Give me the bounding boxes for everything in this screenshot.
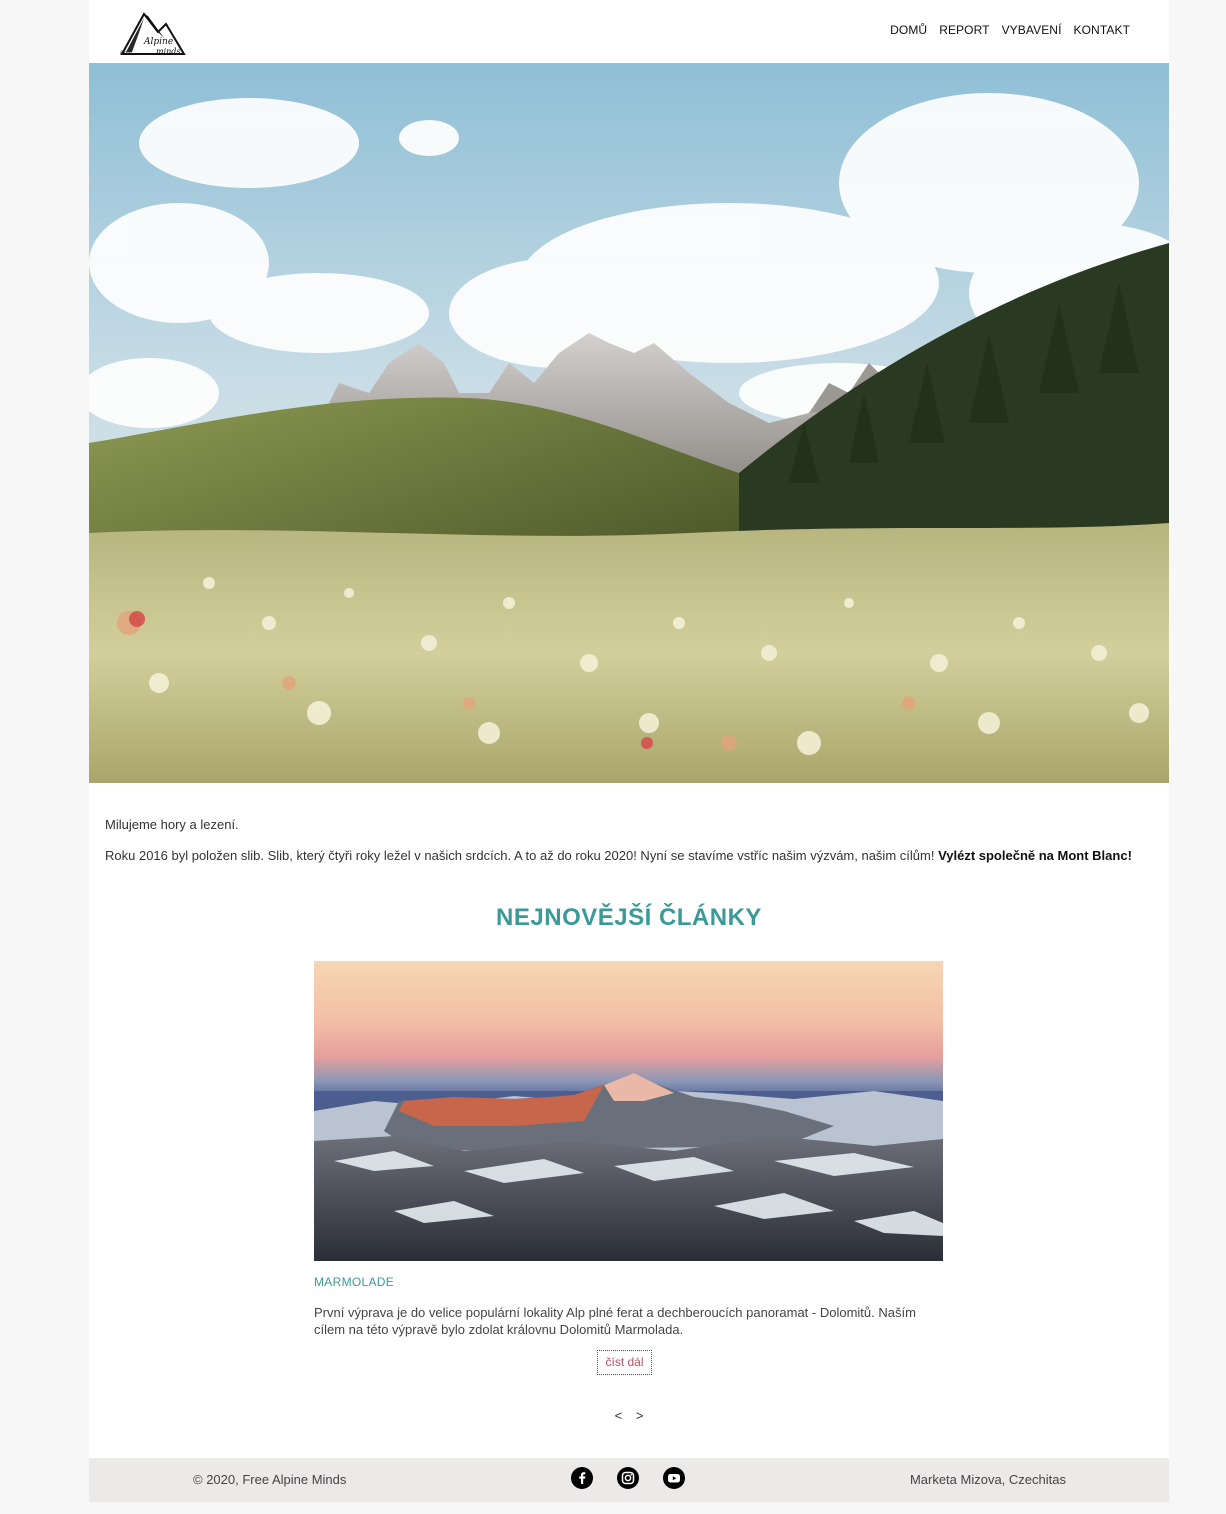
prev-arrow-icon[interactable]: < bbox=[615, 1408, 623, 1423]
article-card: MARMOLADE První výprava je do velice pop… bbox=[314, 961, 943, 1375]
intro-line-2: Roku 2016 byl položen slib. Slib, který … bbox=[105, 847, 1155, 865]
intro-section: Milujeme hory a lezení. Roku 2016 byl po… bbox=[105, 816, 1155, 878]
nav-item-report[interactable]: REPORT bbox=[939, 23, 989, 37]
intro-line-1: Milujeme hory a lezení. bbox=[105, 817, 239, 832]
logo-text-left: Free bbox=[119, 50, 132, 56]
copyright-text: © 2020, Free Alpine Minds bbox=[193, 1472, 347, 1487]
article-image[interactable] bbox=[314, 961, 943, 1261]
next-arrow-icon[interactable]: > bbox=[636, 1408, 644, 1423]
logo-text-bottom: minds bbox=[156, 47, 181, 56]
article-title[interactable]: MARMOLADE bbox=[314, 1275, 943, 1289]
read-more-button[interactable]: číst dál bbox=[597, 1350, 652, 1375]
nav-item-kontakt[interactable]: KONTAKT bbox=[1074, 23, 1130, 37]
main-nav: DOMŮ REPORT VYBAVENÍ KONTAKT bbox=[890, 23, 1130, 37]
page-container: Alpine Free minds DOMŮ REPORT VYBAVENÍ K… bbox=[89, 0, 1169, 1502]
author-credit: Marketa Mizova, Czechitas bbox=[909, 1472, 1066, 1487]
hero-image bbox=[89, 63, 1169, 783]
site-footer: © 2020, Free Alpine Minds Marketa Mizova… bbox=[89, 1458, 1169, 1502]
intro-line-2-text: Roku 2016 byl položen slib. Slib, který … bbox=[105, 848, 935, 863]
nav-item-vybaveni[interactable]: VYBAVENÍ bbox=[1002, 23, 1062, 37]
article-excerpt: První výprava je do velice populární lok… bbox=[314, 1305, 916, 1337]
site-header: Alpine Free minds DOMŮ REPORT VYBAVENÍ K… bbox=[89, 0, 1169, 63]
intro-line-2-bold: Vylézt společně na Mont Blanc! bbox=[938, 848, 1132, 863]
youtube-icon[interactable] bbox=[663, 1467, 685, 1489]
instagram-icon[interactable] bbox=[617, 1467, 639, 1489]
nav-item-domu[interactable]: DOMŮ bbox=[890, 23, 927, 37]
site-logo[interactable]: Alpine Free minds bbox=[118, 8, 190, 58]
facebook-icon[interactable] bbox=[571, 1467, 593, 1489]
article-pager: < > bbox=[89, 1408, 1169, 1423]
social-links bbox=[571, 1467, 685, 1489]
logo-text-top: Alpine bbox=[143, 37, 173, 47]
section-title-articles: NEJNOVĚJŠÍ ČLÁNKY bbox=[496, 904, 762, 931]
